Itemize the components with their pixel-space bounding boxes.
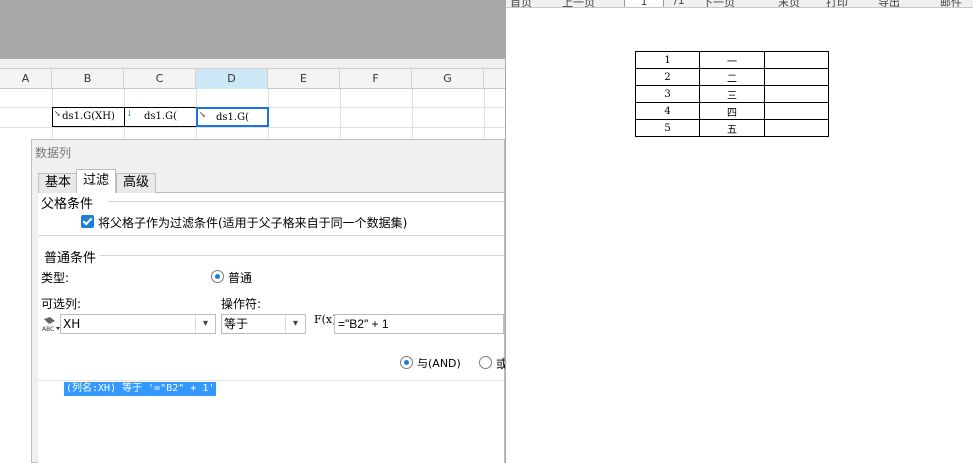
column-header-a[interactable]: A — [0, 69, 52, 89]
table-row: 5五 — [635, 119, 829, 137]
table-cell[interactable] — [764, 68, 829, 86]
column-header-b[interactable]: B — [52, 69, 124, 89]
column-select-icon[interactable]: ABC — [41, 315, 61, 333]
table-cell[interactable]: 三 — [699, 85, 765, 103]
tab-basic[interactable]: 基本 — [38, 173, 79, 193]
table-row: 4四 — [635, 102, 829, 120]
cell-b2[interactable]: ↘ ds1.G(XH) — [52, 107, 125, 127]
table-row: 1一 — [635, 51, 829, 69]
section-divider — [108, 201, 504, 202]
last-page-button[interactable]: 末页 — [778, 0, 800, 7]
common-section-title: 普通条件 — [44, 251, 97, 266]
type-label: 类型: — [41, 271, 70, 285]
column-header-g[interactable]: G — [412, 69, 484, 89]
cell-text: ds1.G( — [216, 112, 249, 123]
table-cell[interactable]: 五 — [699, 119, 765, 137]
export-button[interactable]: 导出 — [878, 0, 900, 7]
next-page-button[interactable]: 下一页 — [702, 0, 735, 7]
table-cell[interactable] — [764, 102, 829, 120]
type-normal-label: 普通 — [228, 271, 253, 285]
table-row: 2二 — [635, 68, 829, 86]
tab-filter[interactable]: 过滤 — [76, 169, 117, 194]
cell-c2[interactable]: ↓ ds1.G( — [124, 107, 197, 127]
page-total: /1 — [674, 0, 685, 7]
column-header-c[interactable]: C — [124, 69, 196, 89]
table-cell[interactable]: 2 — [635, 68, 700, 86]
cell-text: ds1.G(XH) — [62, 111, 115, 122]
tab-advanced[interactable]: 高级 — [116, 173, 157, 193]
table-row: 3三 — [635, 85, 829, 103]
expand-marker-icon: ↘ — [199, 110, 206, 119]
dialog-tabs: 基本 过滤 高级 — [38, 169, 504, 194]
column-combo-value: XH — [63, 317, 81, 331]
page-number-input[interactable]: 1 — [624, 0, 664, 7]
preview-pane: 首页 上一页 1 /1 下一页 末页 打印 导出 邮件 1一2二3三4四5五 — [505, 0, 973, 463]
preview-table: 1一2二3三4四5五 — [635, 51, 829, 137]
table-cell[interactable] — [764, 51, 829, 69]
column-combo[interactable]: XH ▾ — [60, 314, 216, 334]
column-header-d[interactable]: D — [196, 69, 268, 89]
dialog-title: 数据列 — [35, 146, 72, 160]
parent-filter-checkbox[interactable] — [81, 215, 94, 228]
section-divider — [100, 255, 504, 256]
expand-down-icon: ↓ — [126, 109, 133, 118]
operator-label: 操作符: — [221, 297, 262, 311]
table-cell[interactable]: 四 — [699, 102, 765, 120]
expression-input[interactable]: ="B2" + 1 — [334, 314, 504, 334]
section-divider — [38, 235, 504, 236]
parent-filter-label: 将父格子作为过滤条件(适用于父子格来自于同一个数据集) — [98, 216, 408, 230]
operator-combo-value: 等于 — [224, 317, 249, 331]
column-header-e[interactable]: E — [268, 69, 340, 89]
expand-marker-icon: ↘ — [54, 109, 61, 118]
table-cell[interactable] — [764, 119, 829, 137]
table-cell[interactable]: 一 — [699, 51, 765, 69]
table-cell[interactable]: 1 — [635, 51, 700, 69]
table-cell[interactable]: 3 — [635, 85, 700, 103]
type-normal-radio[interactable] — [211, 270, 224, 283]
sheet-toolbar-area — [0, 0, 505, 59]
chevron-down-icon[interactable]: ▾ — [285, 315, 305, 333]
email-button[interactable]: 邮件 — [940, 0, 962, 7]
prev-page-button[interactable]: 上一页 — [562, 0, 595, 7]
and-label: 与(AND) — [417, 357, 461, 370]
print-button[interactable]: 打印 — [826, 0, 848, 7]
table-cell[interactable]: 4 — [635, 102, 700, 120]
chevron-down-icon[interactable]: ▾ — [195, 315, 215, 333]
optional-column-label: 可选列: — [41, 297, 82, 311]
sheet-formula-strip — [0, 59, 505, 69]
condition-list: (列名:XH) 等于 '="B2" + 1' — [38, 380, 504, 463]
cell-text: ds1.G( — [144, 111, 177, 122]
column-header-row: A B C D E F G — [0, 69, 505, 89]
or-radio[interactable] — [479, 356, 492, 369]
svg-text:ABC: ABC — [42, 326, 54, 333]
grid-line — [0, 127, 505, 128]
condition-item[interactable]: (列名:XH) 等于 '="B2" + 1' — [64, 382, 217, 396]
table-cell[interactable]: 二 — [699, 68, 765, 86]
cell-d2[interactable]: ↘ ds1.G( — [196, 107, 269, 127]
operator-combo[interactable]: 等于 ▾ — [221, 314, 306, 334]
first-page-button[interactable]: 首页 — [510, 0, 532, 7]
parent-section-title: 父格条件 — [41, 197, 94, 212]
data-column-dialog: 数据列 基本 过滤 高级 父格条件 将父格子作为过滤条件(适用于父子格来自于同一… — [31, 139, 508, 463]
table-cell[interactable]: 5 — [635, 119, 700, 137]
and-radio[interactable] — [400, 356, 413, 369]
column-header-f[interactable]: F — [340, 69, 412, 89]
table-cell[interactable] — [764, 85, 829, 103]
preview-toolbar: 首页 上一页 1 /1 下一页 末页 打印 导出 邮件 — [506, 0, 973, 8]
